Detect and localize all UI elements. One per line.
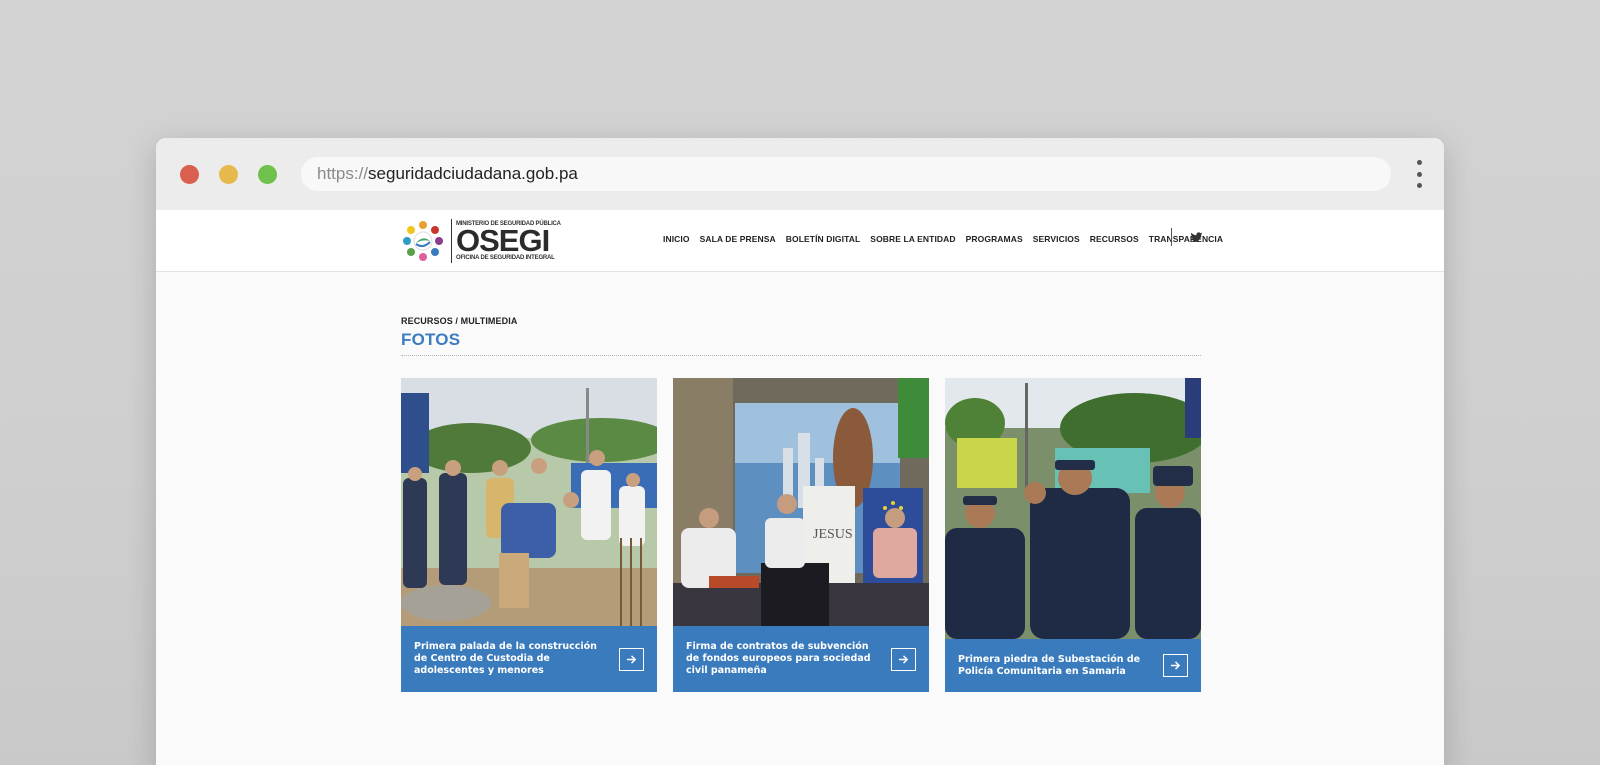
- url-host: seguridadciudadana.gob.pa: [368, 164, 578, 183]
- logo-name: OSEGI: [456, 223, 550, 258]
- photo-caption-text: Primera palada de la construcción de Cen…: [414, 641, 597, 676]
- nav-item-servicios[interactable]: SERVICIOS: [1033, 234, 1080, 244]
- photo-card[interactable]: JESUS Firma de contratos de subvención d…: [673, 378, 929, 692]
- nav-item-inicio[interactable]: INICIO: [663, 234, 690, 244]
- maximize-window-button[interactable]: [258, 165, 277, 184]
- site-header: MINISTERIO DE SEGURIDAD PÚBLICA OSEGI OF…: [156, 210, 1444, 272]
- title-divider: [401, 355, 1201, 356]
- photo-construction-groundbreaking: [401, 378, 657, 626]
- photo-caption: Firma de contratos de subvención de fond…: [673, 626, 929, 692]
- arrow-right-icon[interactable]: [1163, 654, 1188, 677]
- photo-card[interactable]: Primera piedra de Subestación de Policía…: [945, 378, 1201, 692]
- nav-item-recursos[interactable]: RECURSOS: [1090, 234, 1139, 244]
- arrow-right-icon[interactable]: [891, 647, 916, 671]
- arrow-right-icon[interactable]: [619, 647, 644, 671]
- nav-item-boletin-digital[interactable]: BOLETÍN DIGITAL: [786, 234, 861, 244]
- photo-police-substation: [945, 378, 1201, 639]
- main-nav: INICIO SALA DE PRENSA BOLETÍN DIGITAL SO…: [663, 234, 1233, 244]
- close-window-button[interactable]: [180, 165, 199, 184]
- photo-gallery: Primera palada de la construcción de Cen…: [401, 378, 1201, 693]
- breadcrumb: RECURSOS / MULTIMEDIA: [401, 316, 518, 326]
- photo-card[interactable]: Primera palada de la construcción de Cen…: [401, 378, 657, 692]
- nav-item-sala-de-prensa[interactable]: SALA DE PRENSA: [700, 234, 776, 244]
- osegi-logo[interactable]: MINISTERIO DE SEGURIDAD PÚBLICA OSEGI OF…: [401, 218, 561, 264]
- photo-caption-text: Primera piedra de Subestación de Policía…: [958, 653, 1141, 677]
- browser-menu-icon[interactable]: [1416, 160, 1422, 188]
- nav-item-programas[interactable]: PROGRAMAS: [966, 234, 1023, 244]
- logo-emblem-icon: [401, 219, 445, 263]
- photo-caption: Primera palada de la construcción de Cen…: [401, 626, 657, 692]
- nav-item-transparencia[interactable]: TRANSPARENCIA: [1149, 234, 1223, 244]
- twitter-icon[interactable]: [1190, 231, 1203, 244]
- photo-caption: Primera piedra de Subestación de Policía…: [945, 639, 1201, 692]
- photo-caption-text: Firma de contratos de subvención de fond…: [686, 641, 871, 676]
- photo-contract-signing: JESUS: [673, 378, 929, 626]
- svg-text:JESUS: JESUS: [813, 527, 853, 542]
- url-protocol: https://: [317, 164, 369, 183]
- minimize-window-button[interactable]: [219, 165, 238, 184]
- browser-toolbar: https://seguridadciudadana.gob.pa: [156, 138, 1444, 210]
- nav-divider: [1171, 228, 1172, 246]
- nav-item-sobre-la-entidad[interactable]: SOBRE LA ENTIDAD: [870, 234, 955, 244]
- address-bar[interactable]: https://seguridadciudadana.gob.pa: [301, 157, 1391, 191]
- page-title: FOTOS: [401, 330, 461, 349]
- page-heading: RECURSOS / MULTIMEDIA FOTOS: [401, 316, 1201, 356]
- logo-subtitle: OFICINA DE SEGURIDAD INTEGRAL: [456, 255, 555, 261]
